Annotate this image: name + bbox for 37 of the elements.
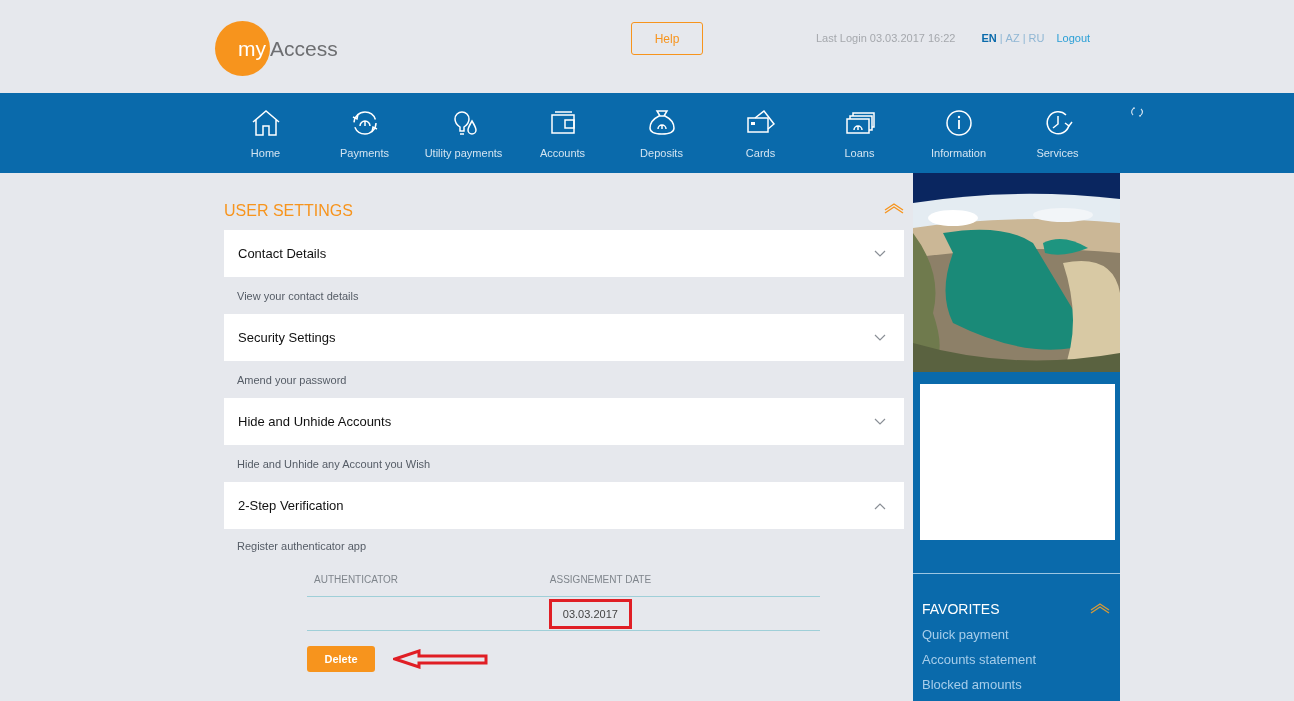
language-link[interactable]: EN — [981, 31, 997, 44]
accordion-header[interactable]: Security Settings — [224, 314, 904, 361]
separator-text: | — [1022, 31, 1026, 44]
nav-link[interactable]: Deposits — [640, 147, 683, 159]
column-header: ASSIGNEMENT DATE — [549, 563, 820, 597]
nav-link[interactable]: Services — [1036, 147, 1079, 159]
logo-text: my — [238, 36, 266, 61]
logout-link[interactable]: Logout — [1056, 31, 1091, 44]
favorite-link[interactable]: Accounts statement — [913, 642, 1120, 667]
favorite-link[interactable]: Blocked amounts — [913, 667, 1120, 692]
favorite-link[interactable]: Quick payment — [913, 617, 1120, 642]
nav-link[interactable]: Cards — [745, 147, 776, 159]
nav-link[interactable]: Utility payments — [424, 147, 503, 159]
section-description: Amend your password — [236, 372, 348, 388]
collapse-icon[interactable] — [874, 501, 886, 510]
section-description: Register authenticator app — [236, 539, 368, 554]
column-header: AUTHENTICATOR — [307, 563, 550, 597]
section-title: USER SETTINGS — [224, 202, 353, 220]
nav-link[interactable]: Home — [250, 147, 281, 159]
nav-link[interactable]: Information — [931, 147, 986, 159]
nav-link[interactable]: Loans — [844, 147, 875, 159]
refresh-icon[interactable] — [1130, 106, 1144, 118]
logo-text: Access — [270, 36, 338, 61]
expand-icon[interactable] — [874, 333, 886, 342]
expand-icon[interactable] — [874, 417, 886, 426]
last-login-text: Last Login 03.03.2017 16:22 — [816, 31, 956, 44]
nav-link[interactable]: Accounts — [539, 147, 586, 159]
separator-text: | — [999, 31, 1003, 44]
table-cell: 03.03.2017 — [548, 598, 632, 629]
accordion-header[interactable]: 2-Step Verification — [224, 482, 904, 529]
expand-icon[interactable] — [874, 249, 886, 258]
nav-link[interactable]: Payments — [340, 147, 389, 159]
accordion-header[interactable]: Hide and Unhide Accounts — [224, 398, 904, 445]
accordion-header[interactable]: Contact Details — [224, 230, 904, 277]
section-description: View your contact details — [236, 288, 360, 304]
section-description: Hide and Unhide any Account you Wish — [236, 456, 432, 472]
favorites-title: FAVORITES — [922, 601, 1000, 617]
